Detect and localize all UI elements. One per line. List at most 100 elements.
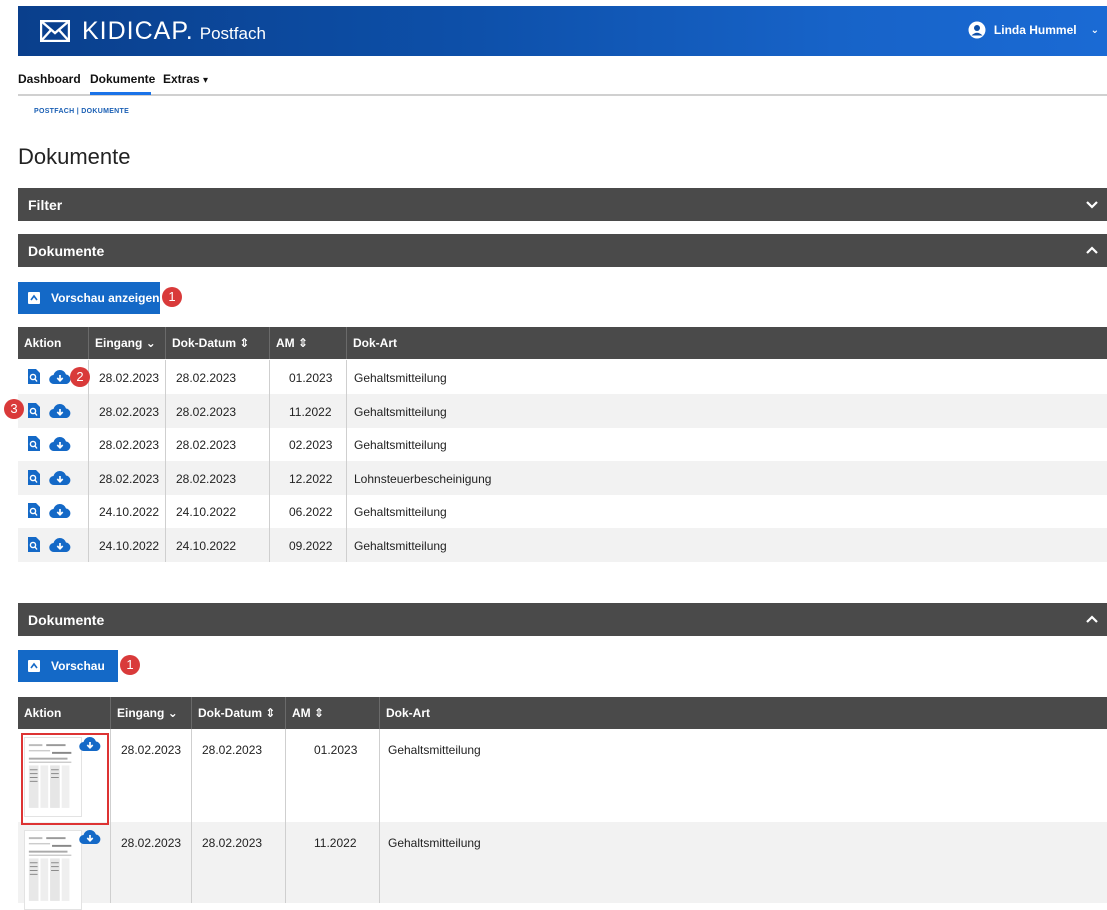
chevron-down-icon: ⌄ [1090, 24, 1099, 36]
cell-dok-art: Gehaltsmitteilung [354, 371, 447, 385]
documents-panel-title-2: Dokumente [28, 612, 105, 628]
col-eingang-label: Eingang [117, 706, 165, 720]
cloud-download-icon[interactable] [49, 503, 71, 519]
col-dok-art[interactable]: Dok-Art [346, 327, 1107, 359]
col-dok-datum[interactable]: Dok-Datum ⇕ [191, 697, 285, 729]
col-dok-datum-label: Dok-Datum [172, 336, 237, 350]
cloud-download-icon[interactable] [49, 403, 71, 419]
cell-dok-datum: 28.02.2023 [176, 438, 237, 452]
preview-doc-icon[interactable] [27, 503, 40, 518]
table-cell: 09.2022 [269, 527, 346, 562]
table-cell: 24.10.2022 [165, 494, 269, 528]
cell-dok-art: Lohnsteuerbescheinigung [354, 471, 492, 486]
table-cell: 28.02.2023 [88, 460, 165, 495]
nav-active-indicator [90, 92, 151, 95]
annotation-badge-3: 3 [4, 399, 24, 419]
cell-eingang: 28.02.2023 [121, 836, 182, 850]
cloud-download-icon[interactable] [49, 369, 71, 385]
table-cell: 06.2022 [269, 494, 346, 528]
table-cell: 11.2022 [269, 393, 346, 428]
nav-dashboard[interactable]: Dashboard [18, 72, 81, 86]
show-preview-label: Vorschau anzeigen [51, 291, 160, 305]
table-cell: 11.2022 [285, 822, 379, 903]
table-cell [18, 528, 88, 562]
cell-am: 02.2023 [289, 438, 333, 452]
col-eingang[interactable]: Eingang ⌄ [88, 327, 165, 359]
nav-extras[interactable]: Extras ▾ [163, 72, 208, 86]
table-cell: 28.02.2023 [165, 393, 269, 428]
annotation-badge-2: 2 [70, 367, 90, 387]
cell-dok-art: Gehaltsmitteilung [354, 438, 447, 452]
chevron-up-icon [1086, 246, 1098, 254]
table-row: 28.02.2023 28.02.2023 01.2023 Gehaltsmittei… [18, 729, 1107, 822]
cell-eingang: 28.02.2023 [99, 371, 160, 385]
table-row: 28.02.2023 28.02.2023 11.2022 Gehaltsmittei… [18, 822, 1107, 910]
table-cell: 28.02.2023 [165, 427, 269, 461]
table-row: 24.10.2022 24.10.2022 09.2022 Gehaltsmittei… [18, 527, 1107, 562]
preview-doc-icon[interactable] [27, 536, 40, 552]
nav-dokumente[interactable]: Dokumente [90, 72, 155, 86]
col-eingang[interactable]: Eingang ⌄ [110, 697, 191, 729]
preview-button[interactable]: Vorschau [18, 650, 118, 682]
cloud-download-icon[interactable] [79, 829, 101, 845]
brand-logo[interactable]: KIDICAP. Postfach [40, 15, 266, 47]
cell-dok-art: Gehaltsmitteilung [388, 743, 481, 757]
documents-panel-header-2[interactable]: Dokumente [18, 603, 1107, 636]
show-preview-button[interactable]: Vorschau anzeigen [18, 282, 160, 314]
table-cell: 28.02.2023 [165, 460, 269, 495]
mail-icon [40, 20, 70, 42]
chevron-up-icon [1086, 615, 1098, 623]
sort-icon: ⇕ [298, 336, 309, 350]
col-am[interactable]: AM ⇕ [285, 697, 379, 729]
preview-document-icon [28, 292, 40, 304]
chevron-down-icon: ▾ [203, 75, 209, 86]
documents-table-header-2: Aktion Eingang ⌄ Dok-Datum ⇕ AM ⇕ Dok-Ar… [18, 697, 1107, 729]
brand-subtitle: Postfach [199, 24, 266, 43]
sort-icon: ⇕ [314, 706, 325, 720]
breadcrumb[interactable]: POSTFACH | DOKUMENTE [34, 108, 129, 115]
documents-panel-title: Dokumente [28, 243, 105, 259]
col-aktion: Aktion [24, 706, 62, 720]
table-cell: 28.02.2023 [110, 729, 191, 822]
document-thumbnail[interactable] [24, 830, 82, 910]
preview-doc-icon[interactable] [27, 469, 40, 485]
filter-panel-title: Filter [28, 197, 63, 213]
cell-dok-datum: 28.02.2023 [176, 404, 237, 419]
chevron-down-icon [1086, 201, 1098, 209]
cloud-download-icon[interactable] [49, 436, 71, 452]
documents-panel-header[interactable]: Dokumente [18, 234, 1107, 267]
cell-eingang: 28.02.2023 [99, 404, 160, 419]
table-cell: 28.02.2023 [191, 729, 285, 822]
table-cell: Gehaltsmitteilung [346, 427, 1107, 461]
main-nav: Dashboard Dokumente Extras ▾ [18, 56, 1107, 96]
cell-dok-datum: 24.10.2022 [176, 538, 237, 553]
cell-dok-datum: 28.02.2023 [202, 836, 263, 850]
table-cell: 01.2023 [269, 360, 346, 394]
table-cell [18, 427, 88, 461]
cell-eingang: 28.02.2023 [99, 471, 160, 486]
cloud-download-icon[interactable] [49, 470, 71, 486]
col-am[interactable]: AM ⇕ [269, 327, 346, 359]
table-row: 24.10.2022 24.10.2022 06.2022 Gehaltsmittei… [18, 494, 1107, 528]
user-menu[interactable]: Linda Hummel ⌄ [968, 21, 1099, 39]
preview-doc-icon[interactable] [27, 369, 40, 384]
cell-eingang: 28.02.2023 [121, 743, 182, 757]
sort-desc-icon: ⌄ [167, 706, 178, 720]
table-cell: 28.02.2023 [110, 822, 191, 903]
cell-dok-art: Gehaltsmitteilung [354, 505, 447, 519]
filter-panel-header[interactable]: Filter [18, 188, 1107, 221]
table-row: 28.02.2023 28.02.2023 01.2023 Gehaltsmittei… [18, 360, 1107, 394]
col-am-label: AM [292, 706, 311, 720]
col-dok-art[interactable]: Dok-Art [379, 697, 1107, 729]
cell-dok-datum: 28.02.2023 [176, 371, 237, 385]
user-avatar-icon [968, 21, 986, 39]
table-cell: 28.02.2023 [165, 360, 269, 394]
cloud-download-icon[interactable] [49, 537, 71, 553]
table-cell: 28.02.2023 [88, 360, 165, 394]
preview-doc-icon[interactable] [27, 402, 40, 418]
table-cell: Lohnsteuerbescheinigung [346, 460, 1107, 495]
col-dok-datum[interactable]: Dok-Datum ⇕ [165, 327, 269, 359]
cell-eingang: 28.02.2023 [99, 438, 160, 452]
preview-doc-icon[interactable] [27, 436, 40, 451]
cell-eingang: 24.10.2022 [99, 538, 160, 553]
